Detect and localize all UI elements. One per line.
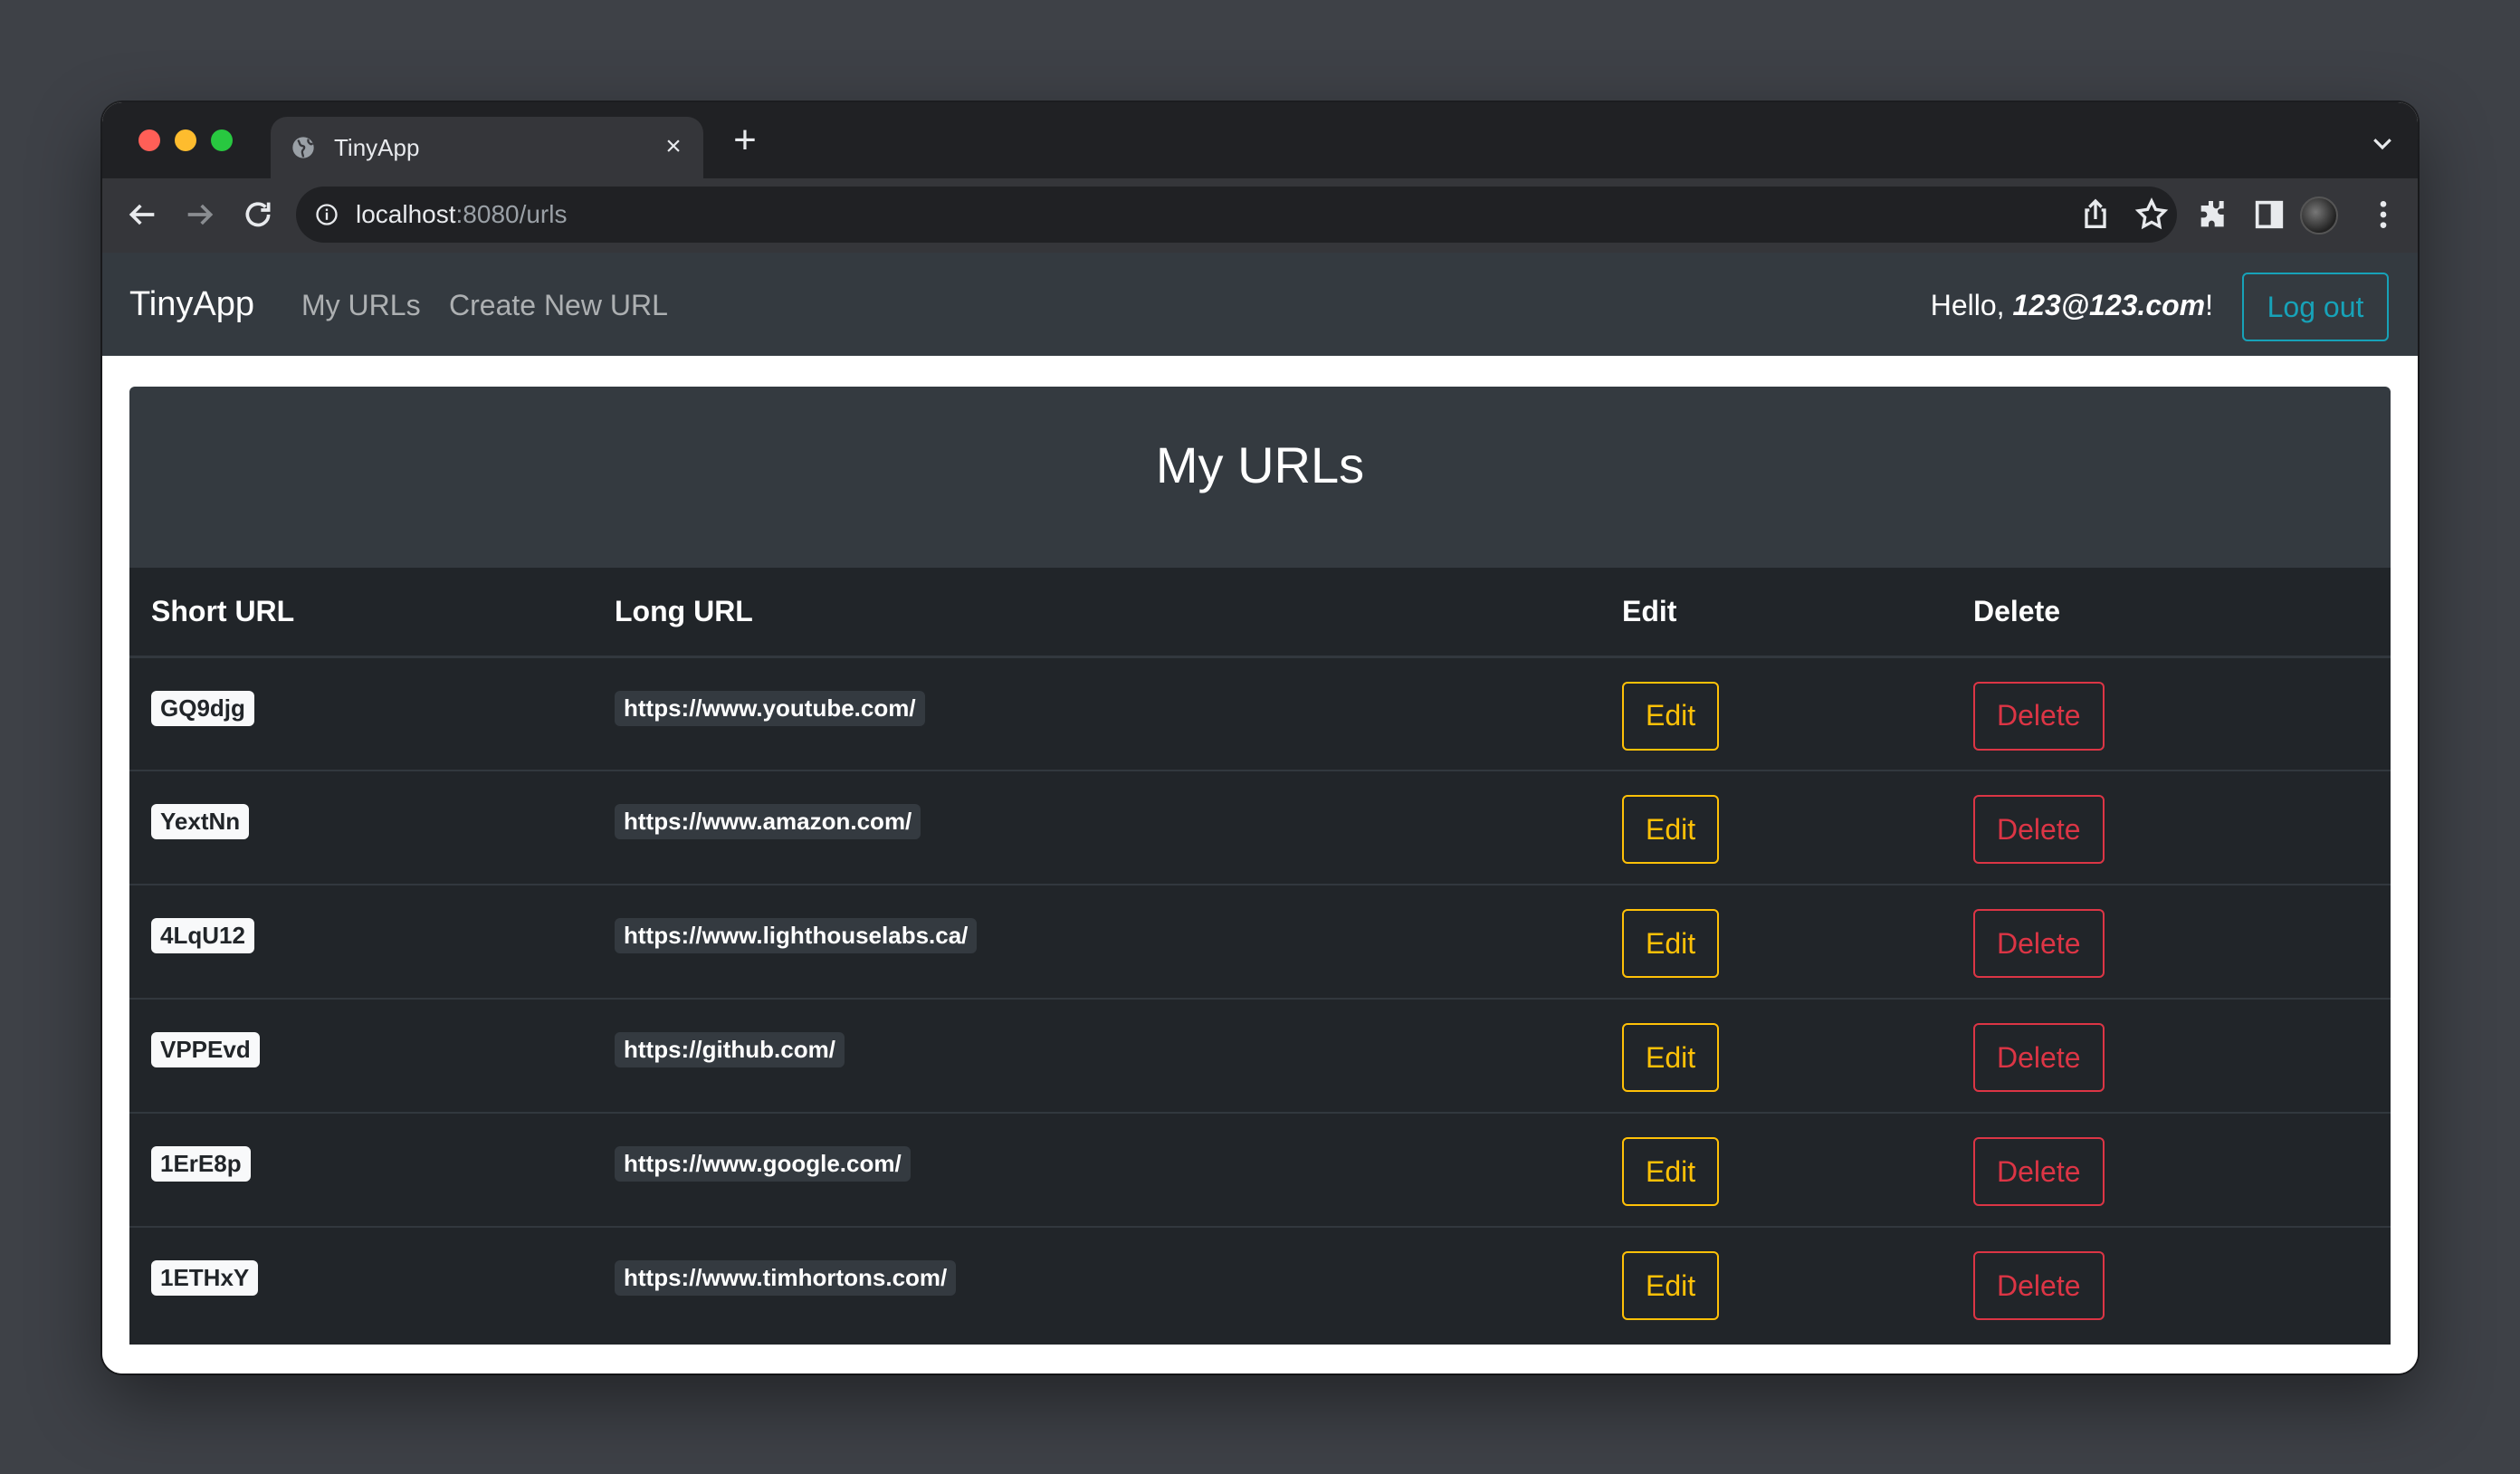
side-panel-icon[interactable]	[2251, 196, 2287, 233]
short-url-badge[interactable]: VPPEvd	[151, 1032, 260, 1067]
greeting-prefix: Hello,	[1930, 289, 2013, 321]
user-email: 123@123.com	[2012, 289, 2206, 321]
delete-button[interactable]: Delete	[1973, 1251, 2105, 1320]
page-content: TinyApp My URLs Create New URL Hello, 12…	[102, 253, 2418, 1374]
globe-icon	[292, 137, 314, 158]
brand-link[interactable]: TinyApp	[129, 285, 254, 324]
tab-strip: TinyApp × +	[102, 102, 2418, 178]
info-icon[interactable]	[314, 202, 339, 227]
nav-my-urls-link[interactable]: My URLs	[301, 289, 421, 322]
short-url-badge[interactable]: 4LqU12	[151, 918, 254, 953]
table-row: GQ9djg https://www.youtube.com/ Edit Del…	[129, 656, 2391, 771]
long-url-badge: https://github.com/	[615, 1032, 845, 1067]
edit-button[interactable]: Edit	[1622, 1137, 1720, 1206]
kebab-menu-icon[interactable]	[2365, 196, 2401, 233]
edit-button[interactable]: Edit	[1622, 681, 1720, 751]
edit-button[interactable]: Edit	[1622, 1251, 1720, 1320]
user-greeting: Hello, 123@123.com!	[1931, 289, 2213, 322]
profile-avatar[interactable]	[2300, 196, 2338, 234]
page-header: My URLs	[129, 387, 2391, 568]
tab-title: TinyApp	[334, 134, 420, 161]
maximize-window-button[interactable]	[211, 129, 233, 151]
url-text: localhost:8080/urls	[356, 200, 567, 229]
minimize-window-button[interactable]	[175, 129, 196, 151]
edit-button[interactable]: Edit	[1622, 795, 1720, 864]
long-url-badge: https://www.lighthouselabs.ca/	[615, 918, 978, 953]
delete-button[interactable]: Delete	[1973, 1023, 2105, 1092]
chevron-down-icon[interactable]	[2369, 129, 2396, 157]
short-url-badge[interactable]: 1ErE8p	[151, 1146, 251, 1182]
long-url-badge: https://www.google.com/	[615, 1146, 911, 1182]
long-url-badge: https://www.timhortons.com/	[615, 1260, 957, 1296]
nav-create-new-url-link[interactable]: Create New URL	[449, 289, 668, 322]
plus-icon[interactable]: +	[725, 120, 765, 162]
browser-window: TinyApp × + localhost:8080/urls TinyApp …	[102, 102, 2418, 1374]
forward-arrow-icon[interactable]	[182, 196, 218, 233]
delete-button[interactable]: Delete	[1973, 1137, 2105, 1206]
column-header: Short URL	[129, 568, 593, 658]
long-url-badge: https://www.youtube.com/	[615, 690, 925, 726]
column-header: Long URL	[593, 568, 1600, 658]
column-header: Delete	[1952, 568, 2391, 658]
back-arrow-icon[interactable]	[124, 196, 160, 233]
close-window-button[interactable]	[138, 129, 160, 151]
short-url-badge[interactable]: YextNn	[151, 804, 250, 839]
table-row: 4LqU12 https://www.lighthouselabs.ca/ Ed…	[129, 885, 2391, 1000]
page-title: My URLs	[1155, 436, 1365, 493]
column-header: Edit	[1600, 568, 1952, 658]
table-row: VPPEvd https://github.com/ Edit Delete	[129, 999, 2391, 1114]
edit-button[interactable]: Edit	[1622, 1023, 1720, 1092]
long-url-badge: https://www.amazon.com/	[615, 804, 921, 839]
navbar: TinyApp My URLs Create New URL Hello, 12…	[102, 253, 2418, 356]
delete-button[interactable]: Delete	[1973, 795, 2105, 864]
address-bar[interactable]: localhost:8080/urls	[296, 187, 2177, 243]
close-icon[interactable]: ×	[660, 133, 687, 160]
url-host: localhost	[356, 200, 456, 228]
short-url-badge[interactable]: 1ETHxY	[151, 1260, 259, 1296]
edit-button[interactable]: Edit	[1622, 909, 1720, 978]
table-header-row: Short URL Long URL Edit Delete	[129, 568, 2391, 658]
table-row: 1ErE8p https://www.google.com/ Edit Dele…	[129, 1113, 2391, 1228]
browser-toolbar: localhost:8080/urls	[102, 178, 2418, 253]
browser-tab[interactable]: TinyApp ×	[271, 117, 703, 178]
star-icon[interactable]	[2133, 196, 2170, 233]
extensions-icon[interactable]	[2195, 196, 2231, 233]
table-row: 1ETHxY https://www.timhortons.com/ Edit …	[129, 1227, 2391, 1341]
urls-table: Short URL Long URL Edit Delete GQ9djg ht…	[129, 568, 2391, 1345]
logout-button[interactable]: Log out	[2242, 273, 2389, 341]
share-icon[interactable]	[2077, 196, 2114, 233]
table-row: YextNn https://www.amazon.com/ Edit Dele…	[129, 770, 2391, 885]
delete-button[interactable]: Delete	[1973, 681, 2105, 751]
greeting-suffix: !	[2205, 289, 2213, 321]
reload-icon[interactable]	[240, 196, 276, 233]
delete-button[interactable]: Delete	[1973, 909, 2105, 978]
short-url-badge[interactable]: GQ9djg	[151, 690, 254, 726]
url-path: :8080/urls	[455, 200, 568, 228]
